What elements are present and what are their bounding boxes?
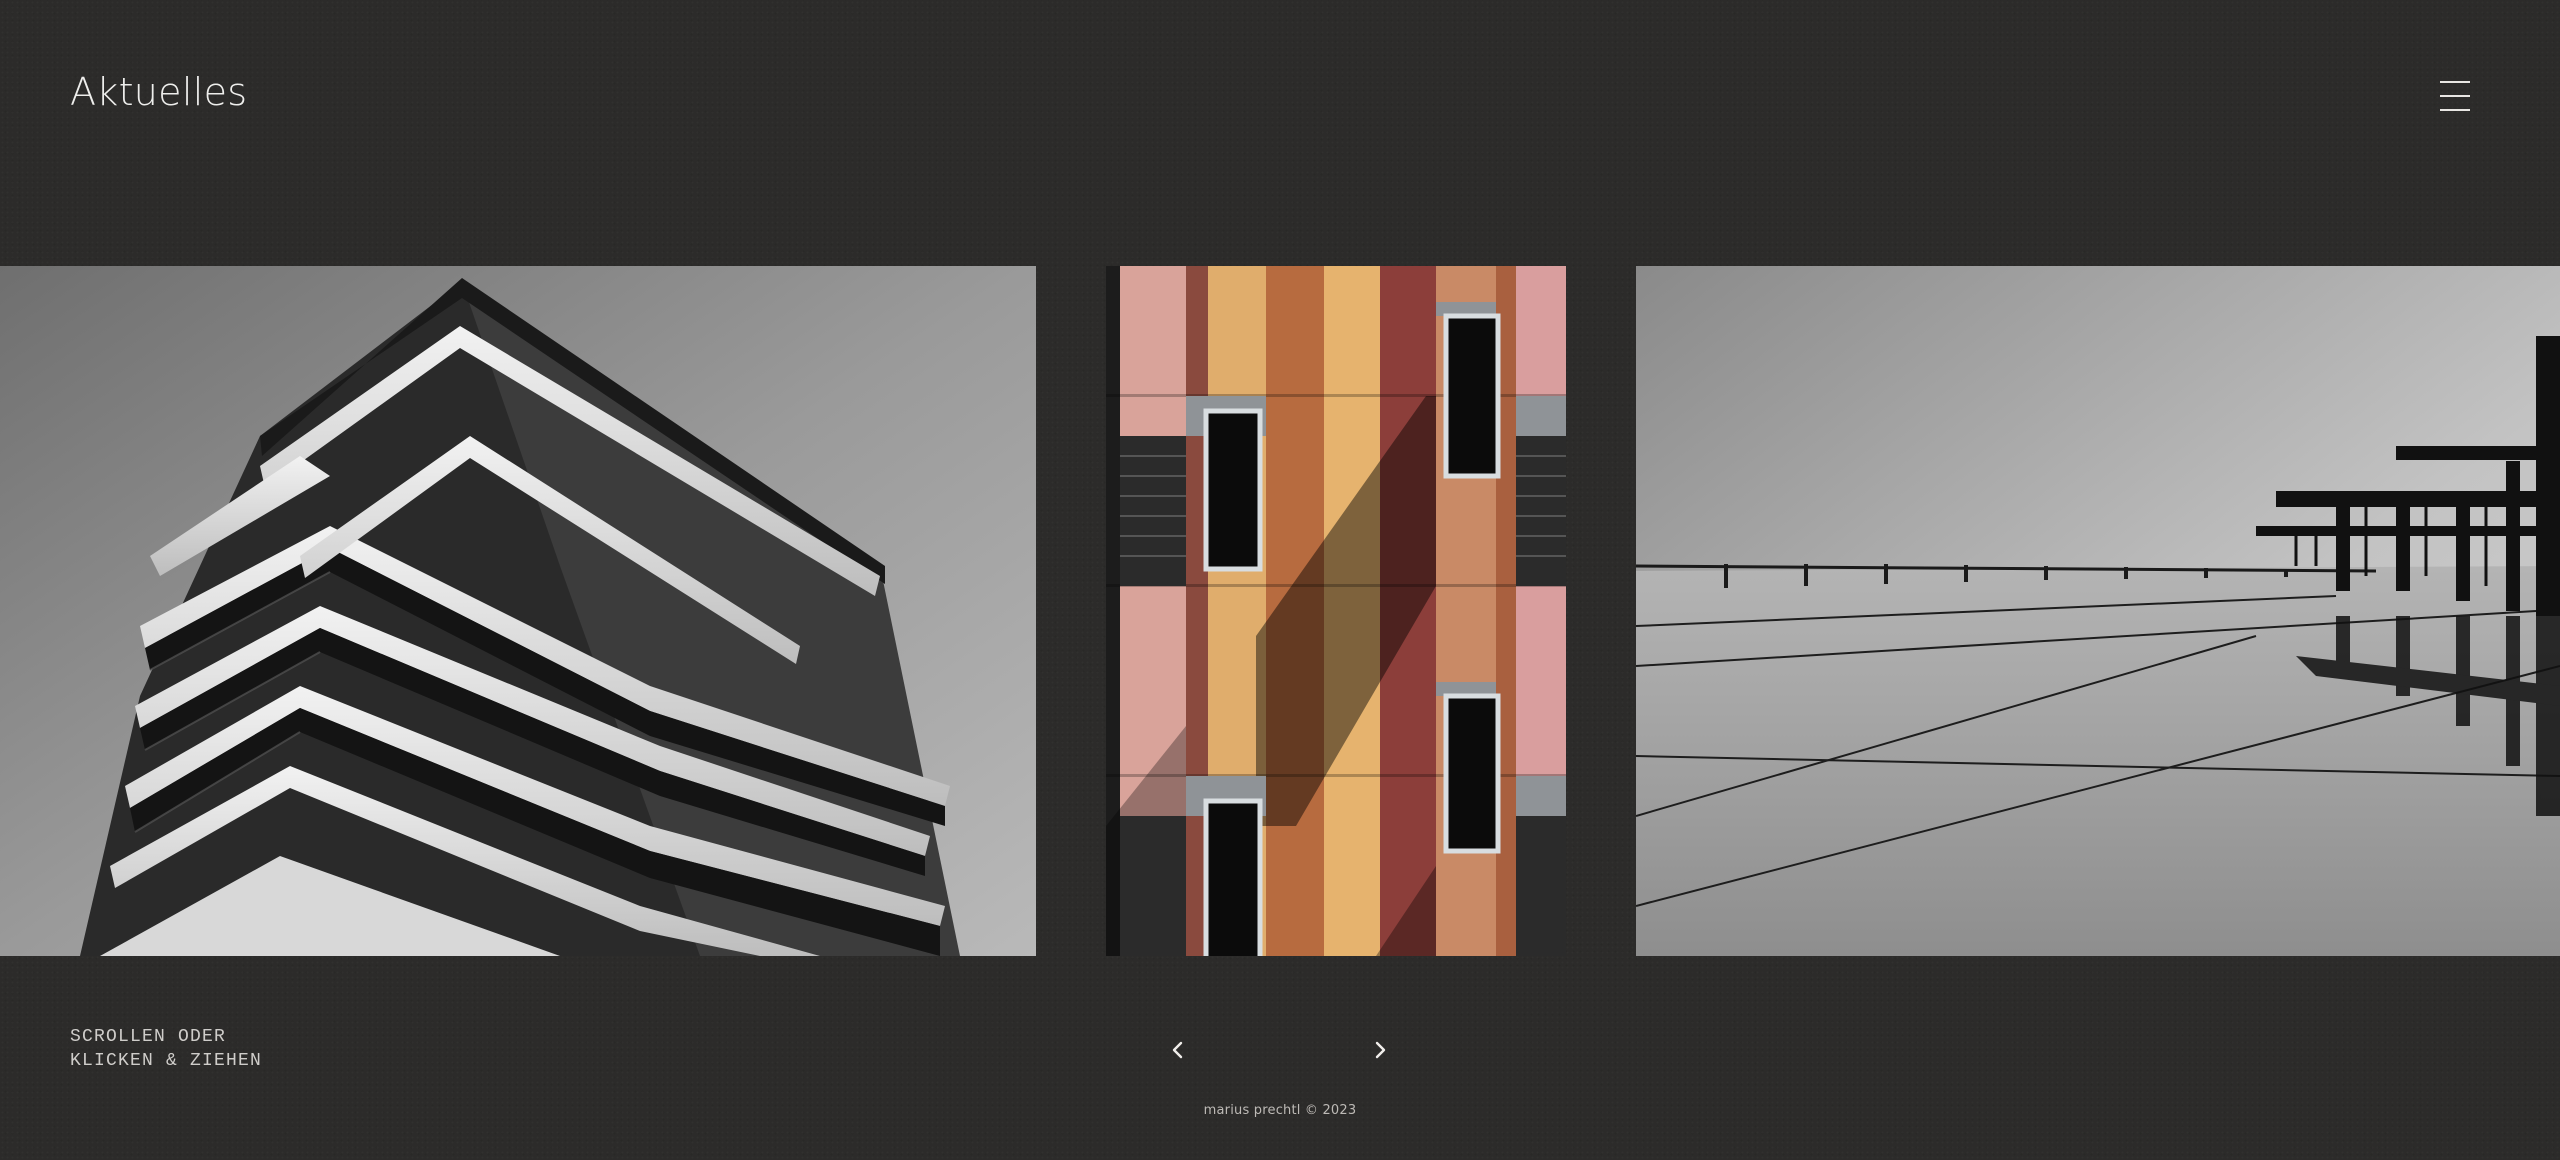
slide-glass-roof[interactable] [1636, 266, 2560, 956]
scroll-hint-line-1: SCROLLEN ODER [70, 1027, 227, 1047]
next-slide-button[interactable] [1366, 1036, 1394, 1064]
previous-slide-button[interactable] [1164, 1036, 1192, 1064]
menu-line [2440, 81, 2470, 83]
slide-colored-facade[interactable] [1106, 266, 1566, 956]
glass-roof-image [1636, 266, 2560, 956]
colored-facade-image [1106, 266, 1566, 956]
image-gallery[interactable] [0, 266, 2560, 956]
page-title: Aktuelles [70, 70, 248, 114]
chevron-left-icon [1172, 1041, 1183, 1059]
tower-balconies-image [0, 266, 1036, 956]
menu-line [2440, 95, 2470, 97]
chevron-right-icon [1375, 1041, 1386, 1059]
slide-tower-balconies[interactable] [0, 266, 1036, 956]
menu-line [2440, 109, 2470, 111]
hamburger-menu-icon[interactable] [2440, 81, 2472, 111]
copyright-text: marius prechtl © 2023 [1203, 1103, 1357, 1118]
scroll-hint: SCROLLEN ODER KLICKEN & ZIEHEN [70, 1025, 262, 1073]
scroll-hint-line-2: KLICKEN & ZIEHEN [70, 1051, 263, 1071]
